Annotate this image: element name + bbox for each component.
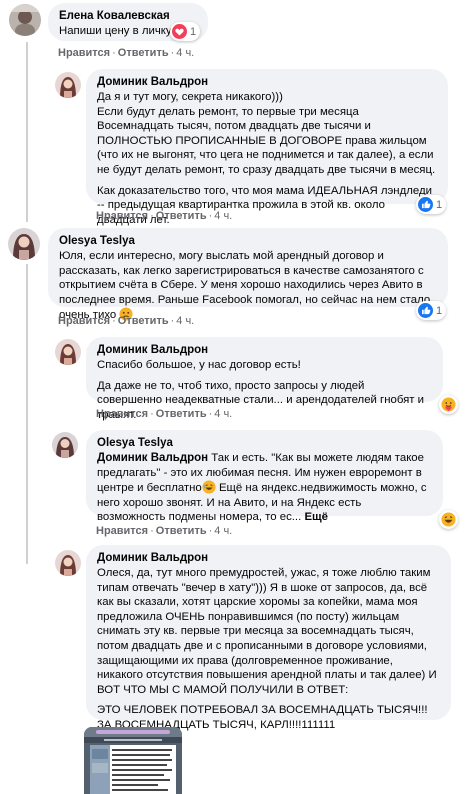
comment-bubble: Доминик Вальдрон Спасибо большое, у нас …: [86, 337, 443, 421]
reaction-summary[interactable]: [439, 395, 458, 414]
comment-paragraph: Спасибо большое, у нас договор есть!: [97, 359, 301, 371]
comment-bubble: Olesya Teslya Доминик Вальдрон Так и ест…: [86, 430, 443, 523]
comment-text: Юля, если интересно, могу выслать мой ар…: [59, 249, 437, 323]
like-button[interactable]: Нравится: [96, 408, 148, 420]
avatar[interactable]: [55, 550, 81, 576]
avatar[interactable]: [55, 72, 81, 98]
reply-button[interactable]: Ответить: [118, 47, 169, 59]
laugh-emoji-icon: [202, 480, 216, 494]
comment-actions: Нравится · Ответить · 4 ч.: [58, 315, 195, 327]
thread-line: [26, 42, 28, 222]
comment-timestamp[interactable]: 4 ч.: [214, 210, 232, 222]
comment-author[interactable]: Доминик Вальдрон: [97, 75, 437, 90]
comment-actions: Нравится · Ответить · 4 ч.: [96, 408, 233, 420]
comment-paragraph: Олеся, да, тут много премудростей, ужас,…: [97, 567, 437, 696]
comment-timestamp[interactable]: 4 ч.: [214, 525, 232, 537]
comment-author[interactable]: Доминик Вальдрон: [97, 551, 440, 566]
care-reaction-icon: [441, 397, 456, 412]
comment-author[interactable]: Olesya Teslya: [59, 234, 437, 249]
comment-author[interactable]: Доминик Вальдрон: [97, 343, 432, 358]
comment-timestamp[interactable]: 4 ч.: [214, 408, 232, 420]
comment-bubble: Доминик Вальдрон Олеся, да, тут много пр…: [86, 545, 451, 731]
avatar[interactable]: [8, 228, 40, 260]
comment-text: Олеся, да, тут много премудростей, ужас,…: [97, 566, 440, 733]
mention-link[interactable]: Доминик Вальдрон: [97, 452, 208, 464]
reply-button[interactable]: Ответить: [156, 525, 207, 537]
attached-screenshot[interactable]: [84, 727, 182, 794]
like-reaction-icon: [418, 197, 433, 212]
like-button[interactable]: Нравится: [96, 210, 148, 222]
love-reaction-icon: [172, 24, 187, 39]
comment-bubble: Доминик Вальдрон Да я и тут могу, секрет…: [86, 69, 448, 226]
comment-actions: Нравится · Ответить · 4 ч.: [96, 525, 233, 537]
comment-text: Да я и тут могу, секрета никакого))) Есл…: [97, 90, 437, 227]
avatar[interactable]: [9, 4, 41, 36]
thread-line: [26, 264, 28, 564]
see-more-link[interactable]: Ещё: [304, 511, 328, 523]
like-button[interactable]: Нравится: [58, 315, 110, 327]
comment-timestamp[interactable]: 4 ч.: [176, 47, 194, 59]
avatar[interactable]: [55, 339, 81, 365]
haha-reaction-icon: [441, 512, 456, 527]
comment-actions: Нравится · Ответить · 4 ч.: [58, 47, 195, 59]
reply-button[interactable]: Ответить: [156, 210, 207, 222]
screenshot-thumbnail-image: [84, 727, 182, 794]
reply-button[interactable]: Ответить: [156, 408, 207, 420]
comment-bubble: Olesya Teslya Юля, если интересно, могу …: [48, 228, 448, 321]
reaction-count: 1: [190, 25, 197, 38]
like-reaction-icon: [418, 303, 433, 318]
comment-timestamp[interactable]: 4 ч.: [176, 315, 194, 327]
reply-button[interactable]: Ответить: [118, 315, 169, 327]
avatar[interactable]: [52, 432, 78, 458]
like-button[interactable]: Нравится: [58, 47, 110, 59]
comment-actions: Нравится · Ответить · 4 ч.: [96, 210, 233, 222]
reaction-summary[interactable]: 1: [416, 195, 447, 214]
reaction-summary[interactable]: 1: [170, 22, 201, 41]
like-button[interactable]: Нравится: [96, 525, 148, 537]
comment-text: Доминик Вальдрон Так и есть. "Как вы мож…: [97, 451, 432, 525]
reaction-count: 1: [436, 304, 443, 317]
reaction-summary[interactable]: 1: [416, 301, 447, 320]
reaction-count: 1: [436, 198, 443, 211]
reaction-summary[interactable]: [439, 510, 458, 529]
comment-text-content: Юля, если интересно, могу выслать мой ар…: [59, 250, 431, 322]
comment-author[interactable]: Olesya Teslya: [97, 436, 432, 451]
comment-paragraph: Да я и тут могу, секрета никакого))) Есл…: [97, 91, 436, 176]
